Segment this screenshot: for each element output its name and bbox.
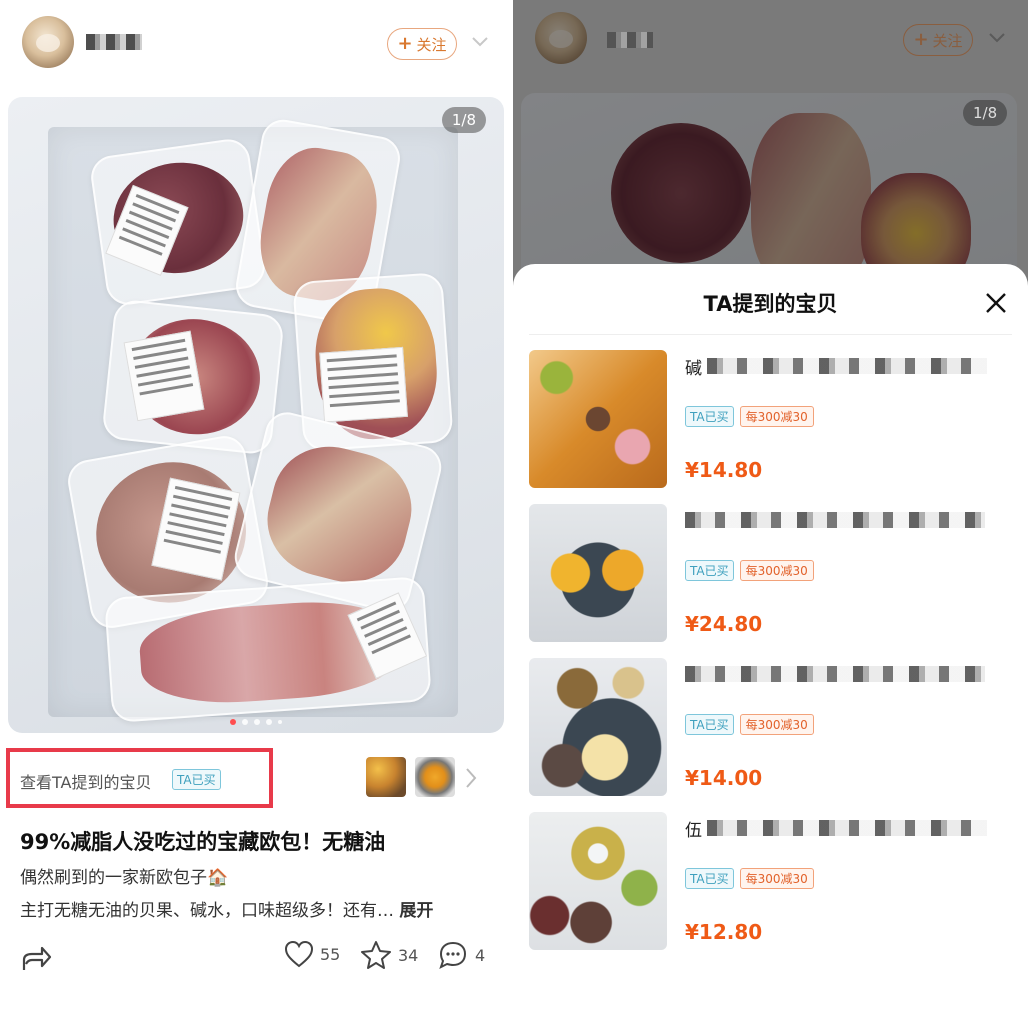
product-name: 伍 [685,821,702,841]
left-note-panel: + 关注 1/8 查看TA提到的宝贝 TA已买 99%减脂人没吃过的宝藏欧包！无… [0,0,513,1024]
product-thumbnail[interactable] [415,757,455,797]
carousel-dot[interactable] [278,720,282,724]
share-icon[interactable] [20,944,52,974]
plus-icon: + [913,29,929,50]
author-name-blurred[interactable] [86,34,142,50]
bought-badge: TA已买 [685,714,734,735]
note-body-line1: 偶然刷到的一家新欧包子🏠 [20,868,229,888]
author-avatar [535,12,587,64]
product-name-blurred [685,512,985,528]
foam-box [48,116,458,724]
carousel-dots [8,719,504,725]
collect-count: 34 [398,945,419,965]
product-price: ¥24.80 [685,612,763,636]
author-avatar[interactable] [22,16,74,68]
plus-icon: + [397,33,413,54]
product-tags: TA已买 每300减30 [685,560,814,581]
product-tags: TA已买 每300减30 [685,868,814,889]
product-name-blurred [707,358,987,374]
product-item[interactable]: TA已买 每300减30 ¥24.80 [529,504,1014,644]
image-counter: 1/8 [441,107,486,133]
product-item[interactable]: 碱 TA已买 每300减30 ¥14.80 [529,350,1014,490]
product-name-blurred [685,666,985,682]
star-icon [361,941,391,969]
action-bar: 55 34 4 [0,940,513,980]
comment-icon [439,941,467,969]
bread-bag [104,575,432,724]
close-icon[interactable] [983,290,1009,316]
product-item[interactable]: 伍 TA已买 每300减30 ¥12.80 [529,812,1014,952]
product-item[interactable]: TA已买 每300减30 ¥14.00 [529,658,1014,798]
note-main-photo[interactable]: 1/8 [8,97,504,733]
heart-icon [284,940,314,968]
comment-button[interactable]: 4 [437,940,485,970]
right-products-panel: + 关注 1/8 TA提到的宝贝 碱 TA已买 每300减30 ¥14.80 T… [513,0,1028,1024]
note-title: 99%减脂人没吃过的宝藏欧包！无糖油 [20,830,386,854]
product-price: ¥14.00 [685,766,763,790]
carousel-dot[interactable] [230,719,236,725]
promo-badge: 每300减30 [739,406,814,427]
bread-bag [101,298,285,456]
mentioned-products-row[interactable]: 查看TA提到的宝贝 TA已买 [0,745,513,808]
product-image[interactable] [529,812,667,950]
bought-badge: TA已买 [172,769,221,790]
note-main-photo-dimmed [521,93,1017,293]
promo-badge: 每300减30 [739,868,814,889]
follow-label: 关注 [932,31,963,50]
comment-count: 4 [475,945,486,965]
expand-link[interactable]: 展开 [399,901,433,921]
note-body-text: 主打无糖无油的贝果、碱水，口味超级多！还有… [20,901,394,921]
divider [529,334,1012,335]
product-tags: TA已买 每300减30 [685,406,814,427]
mention-link[interactable]: 查看TA提到的宝贝 [20,769,151,793]
promo-badge: 每300减30 [739,560,814,581]
follow-button: + 关注 [903,24,973,56]
bought-badge: TA已买 [685,868,734,889]
collect-button[interactable]: 34 [360,940,418,970]
note-body-line2: 主打无糖无油的贝果、碱水，口味超级多！还有… 展开 [20,896,433,921]
image-counter: 1/8 [963,100,1008,126]
product-name-blurred [707,820,987,836]
carousel-dot[interactable] [242,719,248,725]
follow-button[interactable]: + 关注 [387,28,457,60]
product-thumbnail[interactable] [366,757,406,797]
product-image[interactable] [529,658,667,796]
product-image[interactable] [529,350,667,488]
sheet-title: TA提到的宝贝 [703,292,838,316]
product-price: ¥14.80 [685,458,763,482]
follow-label: 关注 [416,35,447,54]
author-name-blurred [607,32,653,48]
like-count: 55 [320,944,341,964]
mentioned-products-sheet: TA提到的宝贝 碱 TA已买 每300减30 ¥14.80 TA已买 每300减… [513,264,1028,1024]
bought-badge: TA已买 [685,406,734,427]
like-button[interactable]: 55 [284,940,340,968]
product-image[interactable] [529,504,667,642]
product-price: ¥12.80 [685,920,763,944]
chevron-down-icon[interactable] [470,34,490,50]
product-tags: TA已买 每300减30 [685,714,814,735]
chevron-down-icon [989,33,1005,43]
bought-badge: TA已买 [685,560,734,581]
carousel-dot[interactable] [266,719,272,725]
chevron-right-icon[interactable] [464,766,478,790]
carousel-dot[interactable] [254,719,260,725]
promo-badge: 每300减30 [739,714,814,735]
product-name: 碱 [685,359,702,379]
